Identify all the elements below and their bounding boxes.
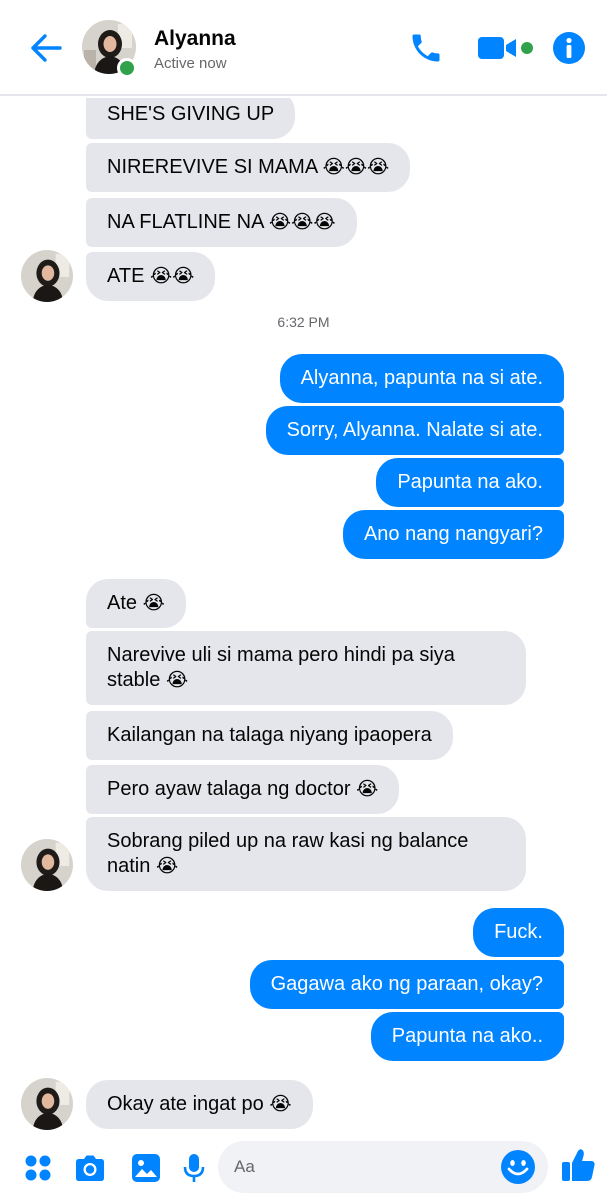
online-status-indicator — [117, 58, 137, 78]
message-timestamp: 6:32 PM — [277, 314, 330, 330]
incoming-message[interactable]: NIREREVIVE SI MAMA 😭😭😭 — [86, 143, 411, 192]
sender-avatar[interactable] — [21, 839, 73, 891]
message-input-container[interactable] — [218, 1141, 548, 1193]
message-thread[interactable]: SHE'S GIVING UP NIREREVIVE SI MAMA 😭😭😭 N… — [0, 98, 607, 1138]
incoming-message[interactable]: SHE'S GIVING UP — [86, 98, 296, 139]
incoming-message[interactable]: Narevive uli si mama pero hindi pa siya … — [86, 631, 526, 705]
incoming-message[interactable]: Pero ayaw talaga ng doctor 😭 — [86, 765, 400, 814]
camera-button[interactable] — [72, 1150, 108, 1186]
crying-emoji: 😭 — [269, 1093, 292, 1115]
image-icon — [132, 1154, 160, 1182]
thumbs-up-icon — [562, 1149, 595, 1181]
contact-status: Active now — [154, 55, 227, 72]
gallery-button[interactable] — [128, 1150, 164, 1186]
incoming-message[interactable]: NA FLATLINE NA 😭😭😭 — [86, 198, 357, 247]
more-actions-button[interactable] — [20, 1150, 56, 1186]
camera-icon — [76, 1155, 104, 1181]
conversation-header: Alyanna Active now — [0, 0, 607, 96]
incoming-message[interactable]: Kailangan na talaga niyang ipaopera — [86, 711, 453, 760]
outgoing-message[interactable]: Papunta na ako. — [376, 458, 564, 507]
outgoing-message[interactable]: Sorry, Alyanna. Nalate si ate. — [265, 406, 564, 455]
outgoing-message[interactable]: Gagawa ako ng paraan, okay? — [249, 960, 564, 1009]
video-call-button[interactable] — [476, 28, 540, 68]
incoming-message[interactable]: Okay ate ingat po 😭 — [86, 1080, 313, 1129]
conversation-info-button[interactable] — [549, 28, 589, 68]
back-button[interactable] — [26, 30, 66, 66]
incoming-message[interactable]: Sobrang piled up na raw kasi ng balance … — [86, 817, 526, 891]
crying-emoji: 😭 — [155, 855, 179, 877]
crying-emoji: 😭😭 — [149, 265, 195, 287]
sender-avatar[interactable] — [21, 1078, 73, 1130]
message-input[interactable] — [234, 1153, 494, 1181]
outgoing-message[interactable]: Alyanna, papunta na si ate. — [279, 354, 564, 403]
info-icon — [553, 32, 585, 64]
phone-icon — [412, 34, 440, 62]
smiley-icon — [501, 1150, 535, 1184]
crying-emoji: 😭 — [165, 669, 189, 691]
microphone-icon — [183, 1154, 205, 1182]
outgoing-message[interactable]: Fuck. — [473, 908, 564, 957]
crying-emoji: 😭😭😭 — [322, 156, 390, 178]
message-composer — [0, 1138, 607, 1200]
voice-message-button[interactable] — [176, 1150, 212, 1186]
crying-emoji: 😭 — [356, 778, 379, 800]
voice-call-button[interactable] — [406, 28, 446, 68]
like-button[interactable] — [560, 1147, 596, 1183]
sender-avatar[interactable] — [21, 250, 73, 302]
crying-emoji: 😭😭😭 — [268, 211, 336, 233]
crying-emoji: 😭 — [142, 592, 165, 614]
incoming-message[interactable]: Ate 😭 — [86, 579, 186, 628]
contact-name[interactable]: Alyanna — [154, 27, 236, 51]
four-dots-icon — [25, 1155, 51, 1181]
incoming-message[interactable]: ATE 😭😭 — [86, 252, 216, 301]
video-camera-icon — [478, 37, 533, 59]
outgoing-message[interactable]: Ano nang nangyari? — [342, 510, 564, 559]
arrow-left-icon — [31, 34, 62, 62]
outgoing-message[interactable]: Papunta na ako.. — [370, 1012, 564, 1061]
emoji-button[interactable] — [498, 1147, 538, 1187]
